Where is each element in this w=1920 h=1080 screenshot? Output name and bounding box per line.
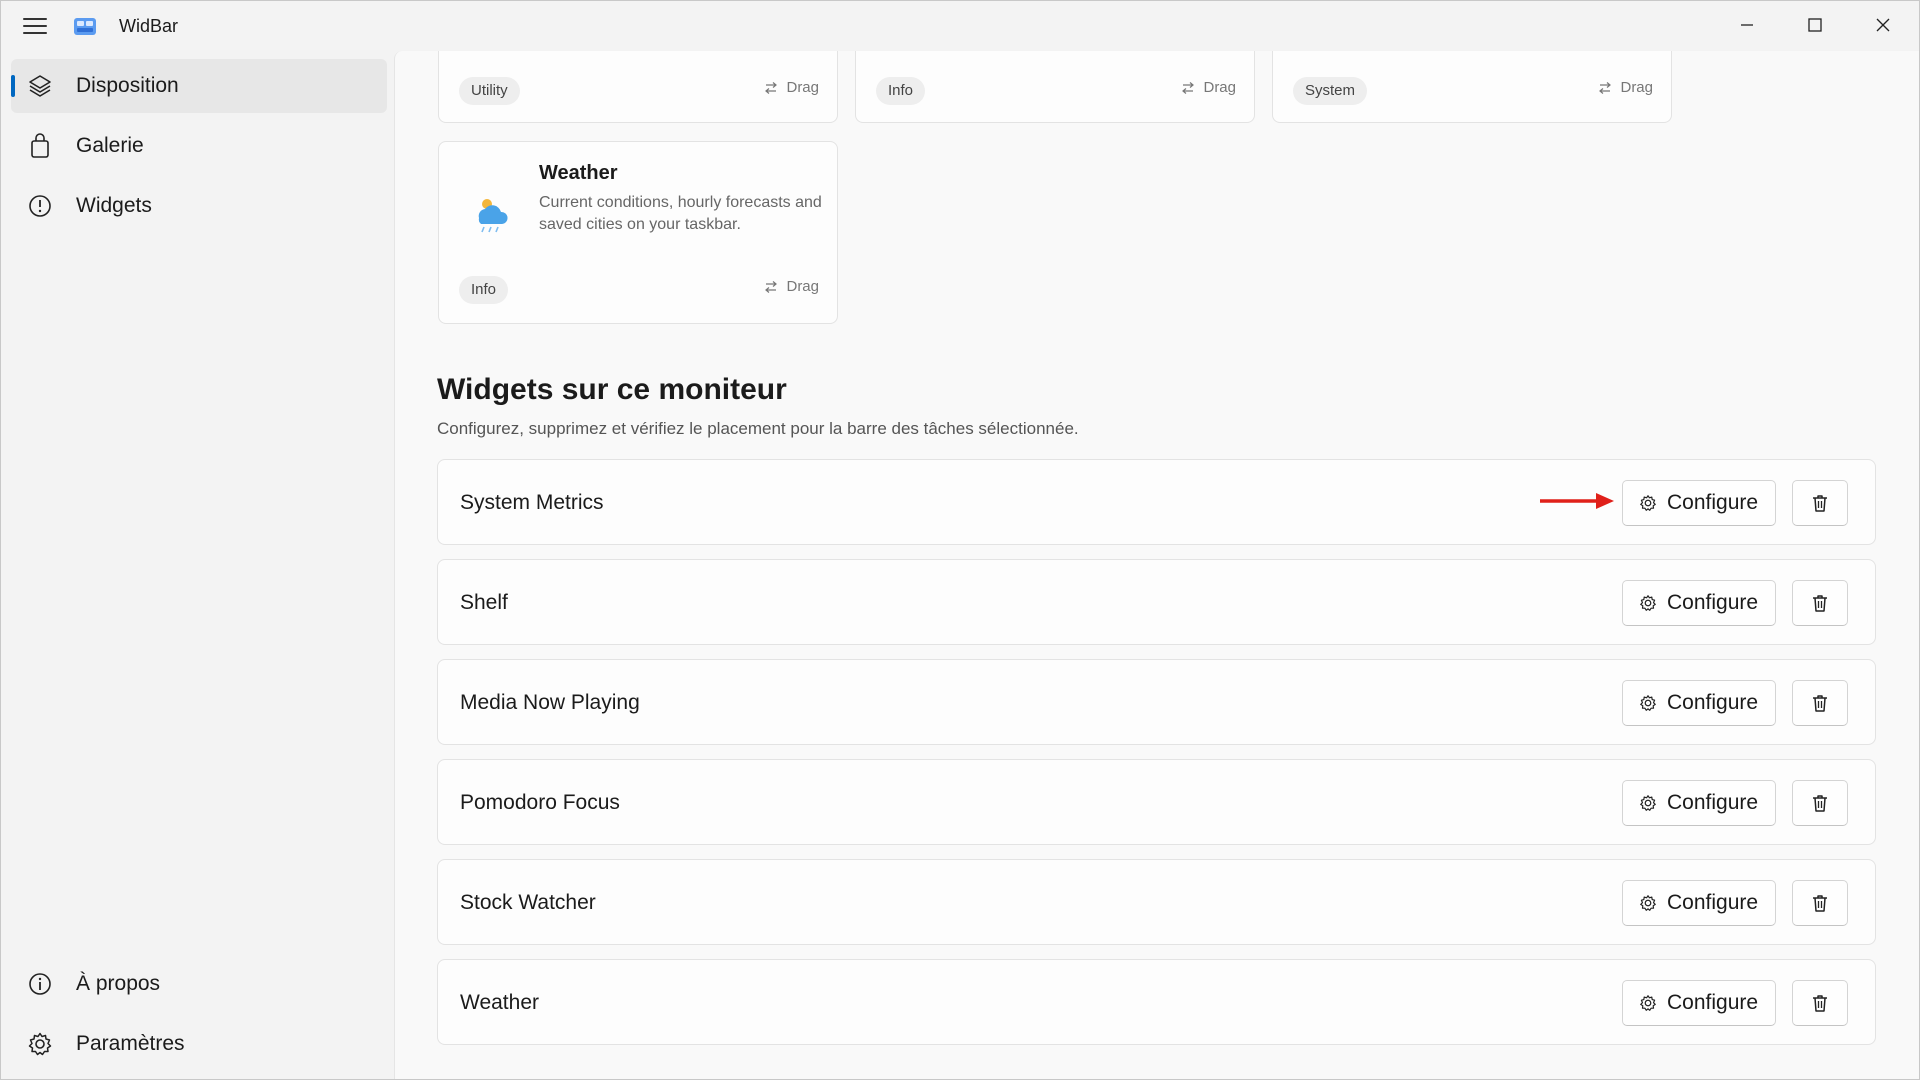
title-bar: WidBar xyxy=(1,1,1919,51)
gear-icon xyxy=(1640,895,1656,911)
drag-handle[interactable]: Drag xyxy=(1181,79,1236,96)
configure-button[interactable]: Configure xyxy=(1622,980,1776,1026)
sidebar-item-widgets[interactable]: Widgets xyxy=(11,179,387,233)
widget-name: Stock Watcher xyxy=(460,891,596,914)
configure-button[interactable]: Configure xyxy=(1622,580,1776,626)
delete-button[interactable] xyxy=(1792,480,1848,526)
delete-button[interactable] xyxy=(1792,880,1848,926)
configure-label: Configure xyxy=(1667,491,1759,514)
category-tag: Info xyxy=(876,77,926,105)
close-button[interactable] xyxy=(1859,9,1907,41)
trash-icon xyxy=(1813,695,1827,712)
gallery-card[interactable]: Utility Drag xyxy=(438,51,838,123)
configure-label: Configure xyxy=(1667,791,1759,814)
sidebar-item-settings[interactable]: Paramètres xyxy=(11,1017,387,1071)
swap-arrows-icon xyxy=(1599,81,1612,94)
category-tag: Utility xyxy=(459,77,520,105)
gallery-card[interactable]: Info Drag xyxy=(855,51,1255,123)
trash-icon xyxy=(1813,595,1827,612)
trash-icon xyxy=(1813,495,1827,512)
sidebar: Disposition Galerie Widgets À propos Par… xyxy=(1,51,393,1079)
minimize-button[interactable] xyxy=(1723,9,1771,41)
section-title: Widgets sur ce moniteur xyxy=(437,373,787,406)
maximize-icon xyxy=(1808,18,1822,32)
sidebar-item-about[interactable]: À propos xyxy=(11,957,387,1011)
sidebar-item-disposition[interactable]: Disposition xyxy=(11,59,387,113)
widget-row: Pomodoro Focus Configure xyxy=(437,759,1876,845)
gallery-card-weather[interactable]: Weather Current conditions, hourly forec… xyxy=(438,141,838,324)
sidebar-item-label: À propos xyxy=(76,972,161,995)
widget-row: Stock Watcher Configure xyxy=(437,859,1876,945)
trash-icon xyxy=(1813,895,1827,912)
drag-label: Drag xyxy=(1620,79,1653,96)
configure-label: Configure xyxy=(1667,691,1759,714)
gear-icon xyxy=(1640,795,1656,811)
sidebar-item-label: Disposition xyxy=(76,74,179,97)
drag-handle[interactable]: Drag xyxy=(1598,79,1653,96)
widget-row: Shelf Configure xyxy=(437,559,1876,645)
gear-icon xyxy=(1640,695,1656,711)
widget-name: Media Now Playing xyxy=(460,691,640,714)
configure-button[interactable]: Configure xyxy=(1622,480,1776,526)
main-content: Utility Drag Info Drag System Drag Weath… xyxy=(394,51,1919,1079)
weather-cloud-rain-icon xyxy=(478,199,508,233)
trash-icon xyxy=(1813,795,1827,812)
drag-label: Drag xyxy=(786,278,819,295)
widget-row: Media Now Playing Configure xyxy=(437,659,1876,745)
maximize-button[interactable] xyxy=(1791,9,1839,41)
info-icon xyxy=(27,971,53,997)
drag-label: Drag xyxy=(786,79,819,96)
widget-name: Weather xyxy=(460,991,539,1014)
section-subtitle: Configurez, supprimez et vérifiez le pla… xyxy=(437,419,1079,438)
drag-label: Drag xyxy=(1203,79,1236,96)
card-description: Current conditions, hourly forecasts and… xyxy=(539,194,822,233)
drag-handle[interactable]: Drag xyxy=(764,278,819,295)
menu-icon[interactable] xyxy=(23,15,47,37)
close-icon xyxy=(1876,18,1890,32)
app-window: WidBar Disposition Galerie Widgets À pro… xyxy=(0,0,1920,1080)
swap-arrows-icon xyxy=(765,81,778,94)
configure-label: Configure xyxy=(1667,891,1759,914)
configure-label: Configure xyxy=(1667,591,1759,614)
swap-arrows-icon xyxy=(765,280,778,293)
configure-button[interactable]: Configure xyxy=(1622,880,1776,926)
trash-icon xyxy=(1813,995,1827,1012)
configure-button[interactable]: Configure xyxy=(1622,680,1776,726)
delete-button[interactable] xyxy=(1792,680,1848,726)
widget-row: System Metrics Configure xyxy=(437,459,1876,545)
minimize-icon xyxy=(1741,24,1753,26)
widget-name: Pomodoro Focus xyxy=(460,791,620,814)
card-title: Weather xyxy=(539,162,618,184)
layers-icon xyxy=(27,73,53,99)
sidebar-item-galerie[interactable]: Galerie xyxy=(11,119,387,173)
drag-handle[interactable]: Drag xyxy=(764,79,819,96)
widget-name: System Metrics xyxy=(460,491,604,514)
delete-button[interactable] xyxy=(1792,780,1848,826)
swap-arrows-icon xyxy=(1182,81,1195,94)
gear-icon xyxy=(1640,495,1656,511)
gallery-card[interactable]: System Drag xyxy=(1272,51,1672,123)
shopping-bag-icon xyxy=(27,133,53,159)
gear-icon xyxy=(1640,995,1656,1011)
gear-icon xyxy=(1640,595,1656,611)
app-title: WidBar xyxy=(119,16,179,36)
gear-icon xyxy=(27,1031,53,1057)
app-logo-icon xyxy=(74,18,96,35)
sidebar-item-label: Paramètres xyxy=(76,1032,185,1055)
widget-name: Shelf xyxy=(460,591,508,614)
annotation-arrow-icon xyxy=(1540,493,1614,509)
delete-button[interactable] xyxy=(1792,980,1848,1026)
category-tag: Info xyxy=(459,276,509,304)
configure-button[interactable]: Configure xyxy=(1622,780,1776,826)
sidebar-item-label: Widgets xyxy=(76,194,152,217)
configure-label: Configure xyxy=(1667,991,1759,1014)
delete-button[interactable] xyxy=(1792,580,1848,626)
sidebar-item-label: Galerie xyxy=(76,134,144,157)
widget-row: Weather Configure xyxy=(437,959,1876,1045)
info-circle-icon xyxy=(27,193,53,219)
category-tag: System xyxy=(1293,77,1368,105)
